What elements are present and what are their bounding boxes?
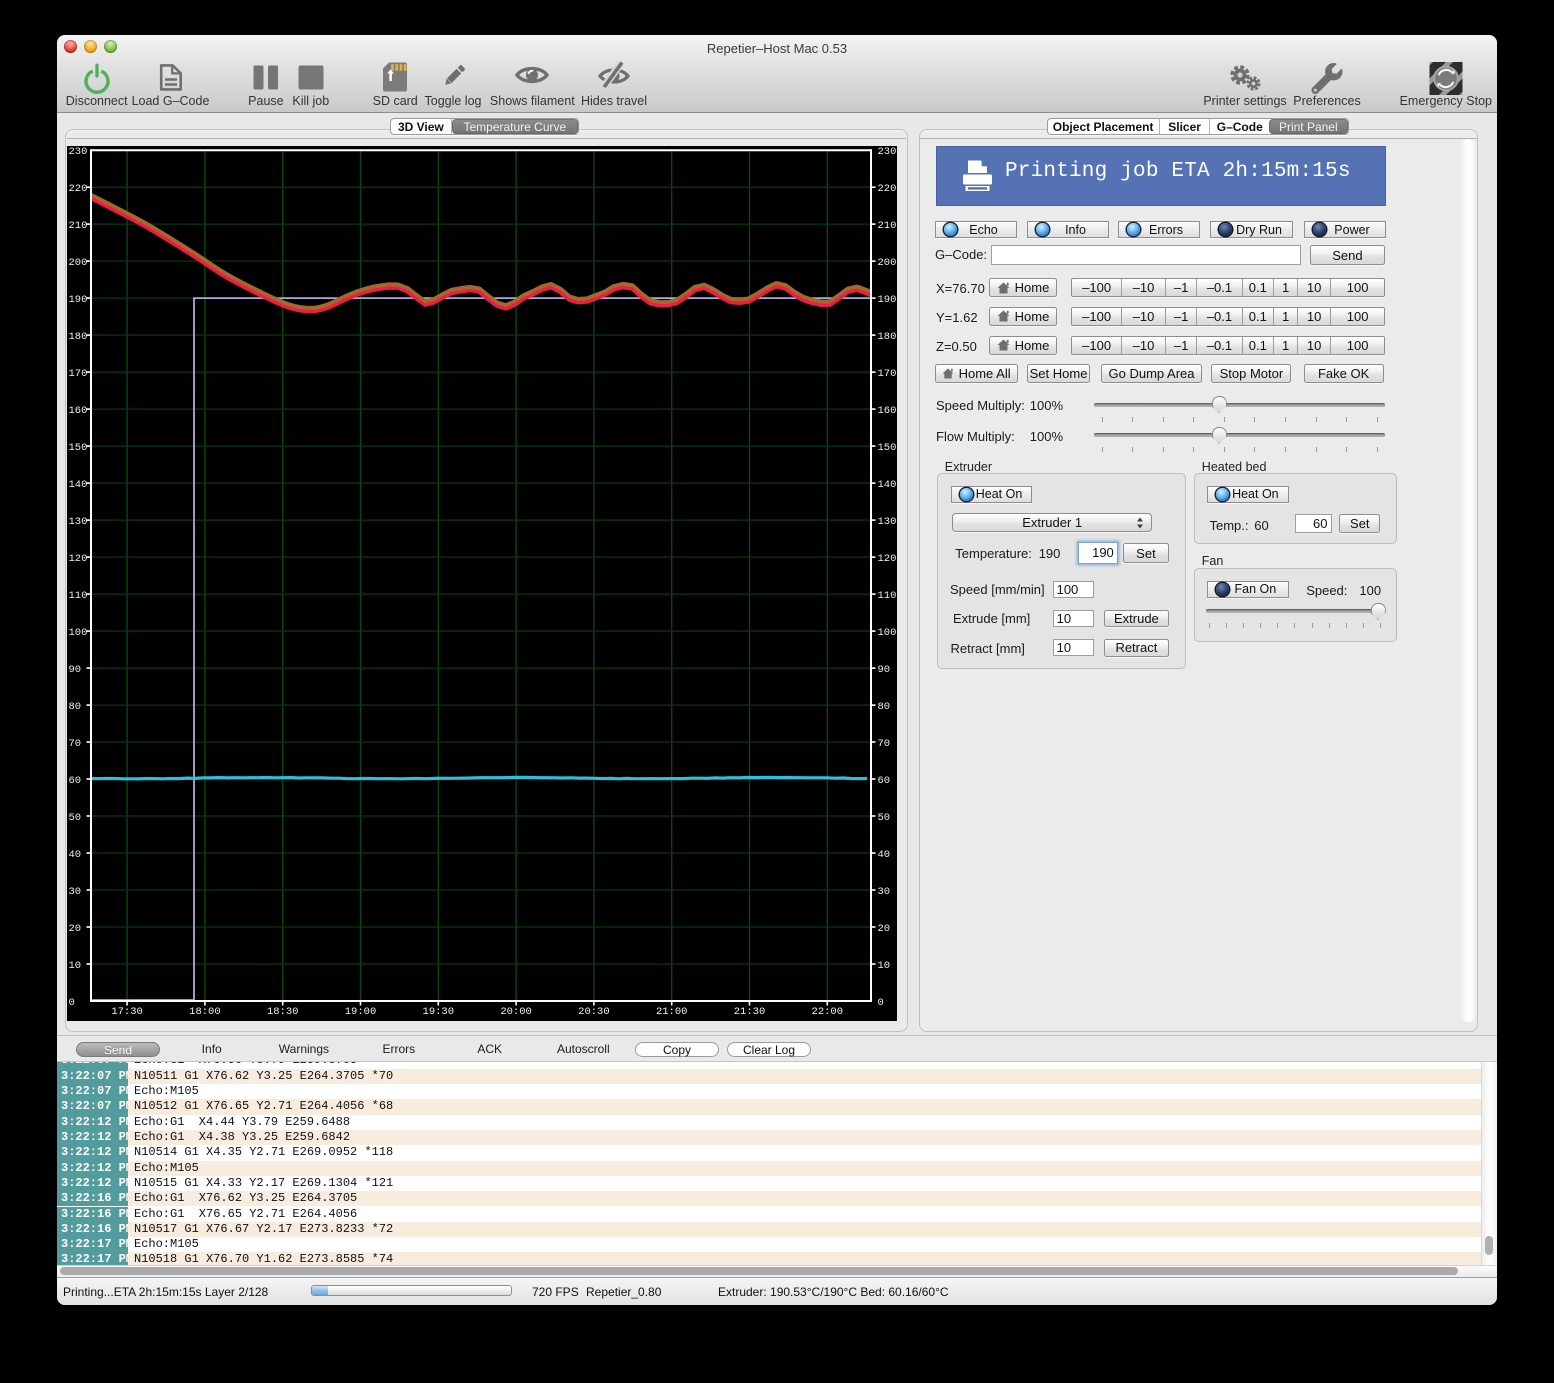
svg-text:190: 190 xyxy=(878,294,897,306)
svg-text:22:00: 22:00 xyxy=(812,1006,844,1018)
svg-text:18:00: 18:00 xyxy=(189,1006,221,1018)
svg-text:20:00: 20:00 xyxy=(500,1006,532,1018)
svg-text:80: 80 xyxy=(878,701,891,713)
svg-text:10: 10 xyxy=(69,960,82,972)
svg-text:150: 150 xyxy=(878,442,897,454)
svg-text:21:00: 21:00 xyxy=(656,1006,688,1018)
svg-text:60: 60 xyxy=(69,775,82,787)
svg-text:90: 90 xyxy=(69,664,82,676)
svg-text:110: 110 xyxy=(69,590,88,602)
svg-text:70: 70 xyxy=(878,738,891,750)
svg-text:200: 200 xyxy=(69,257,88,269)
svg-text:18:30: 18:30 xyxy=(267,1006,299,1018)
svg-text:19:00: 19:00 xyxy=(345,1006,377,1018)
svg-text:0: 0 xyxy=(69,997,75,1009)
svg-text:21:30: 21:30 xyxy=(734,1006,766,1018)
svg-text:110: 110 xyxy=(878,590,897,602)
svg-text:20: 20 xyxy=(878,923,891,935)
svg-text:140: 140 xyxy=(878,479,897,491)
svg-text:30: 30 xyxy=(69,886,82,898)
svg-text:30: 30 xyxy=(878,886,891,898)
svg-text:180: 180 xyxy=(69,331,88,343)
svg-text:120: 120 xyxy=(878,553,897,565)
svg-text:0: 0 xyxy=(878,997,884,1009)
svg-text:130: 130 xyxy=(878,516,897,528)
svg-text:210: 210 xyxy=(69,220,88,232)
svg-text:60: 60 xyxy=(878,775,891,787)
svg-text:19:30: 19:30 xyxy=(423,1006,455,1018)
svg-text:40: 40 xyxy=(69,849,82,861)
svg-text:130: 130 xyxy=(69,516,88,528)
svg-text:230: 230 xyxy=(69,146,88,158)
svg-text:190: 190 xyxy=(69,294,88,306)
svg-text:17:30: 17:30 xyxy=(111,1006,143,1018)
svg-text:10: 10 xyxy=(878,960,891,972)
svg-text:90: 90 xyxy=(878,664,891,676)
svg-text:120: 120 xyxy=(69,553,88,565)
svg-text:170: 170 xyxy=(878,368,897,380)
svg-text:50: 50 xyxy=(69,812,82,824)
svg-text:150: 150 xyxy=(69,442,88,454)
svg-text:220: 220 xyxy=(69,183,88,195)
svg-text:180: 180 xyxy=(878,331,897,343)
svg-text:230: 230 xyxy=(878,146,897,158)
svg-text:160: 160 xyxy=(69,405,88,417)
svg-text:210: 210 xyxy=(878,220,897,232)
svg-text:50: 50 xyxy=(878,812,891,824)
svg-text:80: 80 xyxy=(69,701,82,713)
svg-text:170: 170 xyxy=(69,368,88,380)
svg-text:100: 100 xyxy=(69,627,88,639)
svg-text:20:30: 20:30 xyxy=(578,1006,610,1018)
svg-text:20: 20 xyxy=(69,923,82,935)
svg-text:200: 200 xyxy=(878,257,897,269)
svg-text:40: 40 xyxy=(878,849,891,861)
svg-text:100: 100 xyxy=(878,627,897,639)
svg-text:220: 220 xyxy=(878,183,897,195)
svg-text:160: 160 xyxy=(878,405,897,417)
svg-text:140: 140 xyxy=(69,479,88,491)
svg-text:70: 70 xyxy=(69,738,82,750)
